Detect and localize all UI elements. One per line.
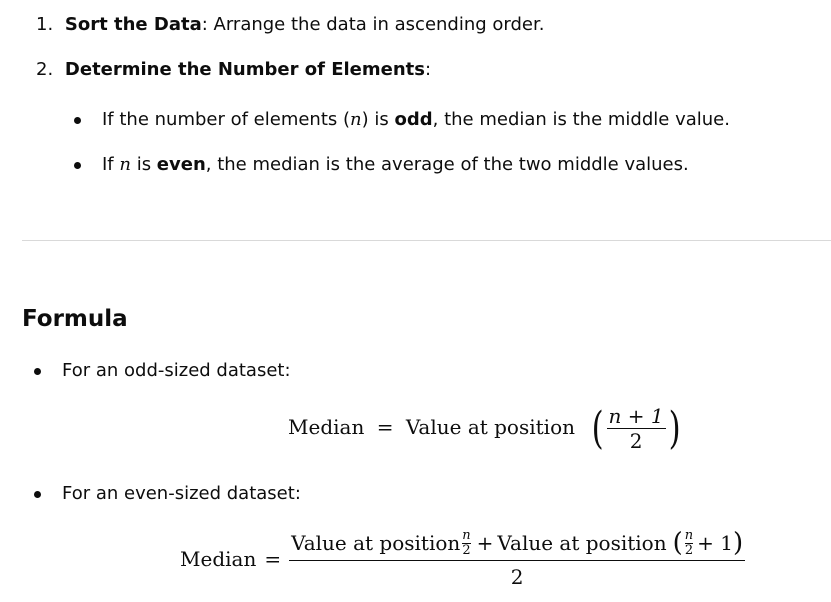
formula-even: Median = Value at position n2 + Value at…	[180, 528, 746, 589]
sub-bullet-odd: If the number of elements (n) is odd, th…	[102, 109, 730, 130]
bullet-dot	[74, 117, 81, 124]
step-2: 2. Determine the Number of Elements:	[36, 59, 431, 80]
bullet-dot	[34, 491, 41, 498]
step-text: :	[424, 59, 432, 80]
median-label: Median	[288, 415, 365, 439]
step-text: : Arrange the data in ascending order.	[201, 14, 545, 35]
denominator: 2	[629, 429, 643, 453]
plus-sign: +	[476, 531, 494, 555]
fraction-bar	[289, 560, 746, 561]
text: is	[130, 154, 157, 175]
formula-bullet-odd: For an odd-sized dataset:	[62, 360, 291, 381]
left-paren: (	[672, 528, 683, 558]
numerator: Value at position n2 + Value at position…	[289, 528, 745, 558]
bold-text: odd	[394, 109, 433, 130]
numerator: n + 1	[608, 404, 664, 428]
equals-sign: =	[264, 546, 282, 571]
left-paren: (	[591, 402, 604, 454]
denominator: 2	[510, 565, 524, 589]
step-title: Sort the Data	[64, 14, 202, 35]
bold-text: even	[156, 154, 206, 175]
horizontal-rule	[22, 240, 831, 241]
right-paren: )	[668, 402, 681, 454]
denominator: 2	[462, 542, 471, 558]
bullet-dot	[74, 162, 81, 169]
formula-odd: Median = Value at position ( n + 1 2 )	[288, 404, 683, 453]
step-1: 1. Sort the Data: Arrange the data in as…	[36, 14, 544, 35]
math-var-n: n	[350, 109, 362, 130]
section-heading: Formula	[22, 306, 128, 332]
plus-one: + 1	[697, 531, 733, 555]
step-title: Determine the Number of Elements	[64, 59, 425, 80]
text: , the median is the middle value.	[432, 109, 730, 130]
step-number: 1.	[36, 14, 54, 35]
formula-bullet-even: For an even-sized dataset:	[62, 483, 301, 504]
math-var-n: n	[119, 154, 131, 175]
value-at-position: Value at position	[405, 415, 575, 439]
median-label: Median	[180, 546, 257, 571]
numerator: n	[462, 527, 471, 543]
text: If the number of elements (	[102, 109, 351, 130]
numerator: n	[684, 527, 694, 543]
equals-sign: =	[376, 415, 394, 439]
n-over-2: n2	[684, 527, 694, 558]
right-paren: )	[732, 528, 744, 558]
denominator: 2	[684, 542, 694, 558]
sub-bullet-even: If n is even, the median is the average …	[102, 154, 689, 175]
step-number: 2.	[36, 59, 54, 80]
fraction: Value at position n2 + Value at position…	[289, 528, 746, 589]
term-1: Value at position	[291, 531, 461, 555]
text: If	[102, 154, 120, 175]
n-over-2: n2	[462, 527, 471, 558]
fraction: n + 1 2	[606, 404, 666, 453]
bullet-dot	[34, 368, 41, 375]
text: , the median is the average of the two m…	[205, 154, 689, 175]
term-2: Value at position	[497, 531, 667, 555]
text: ) is	[361, 109, 395, 130]
